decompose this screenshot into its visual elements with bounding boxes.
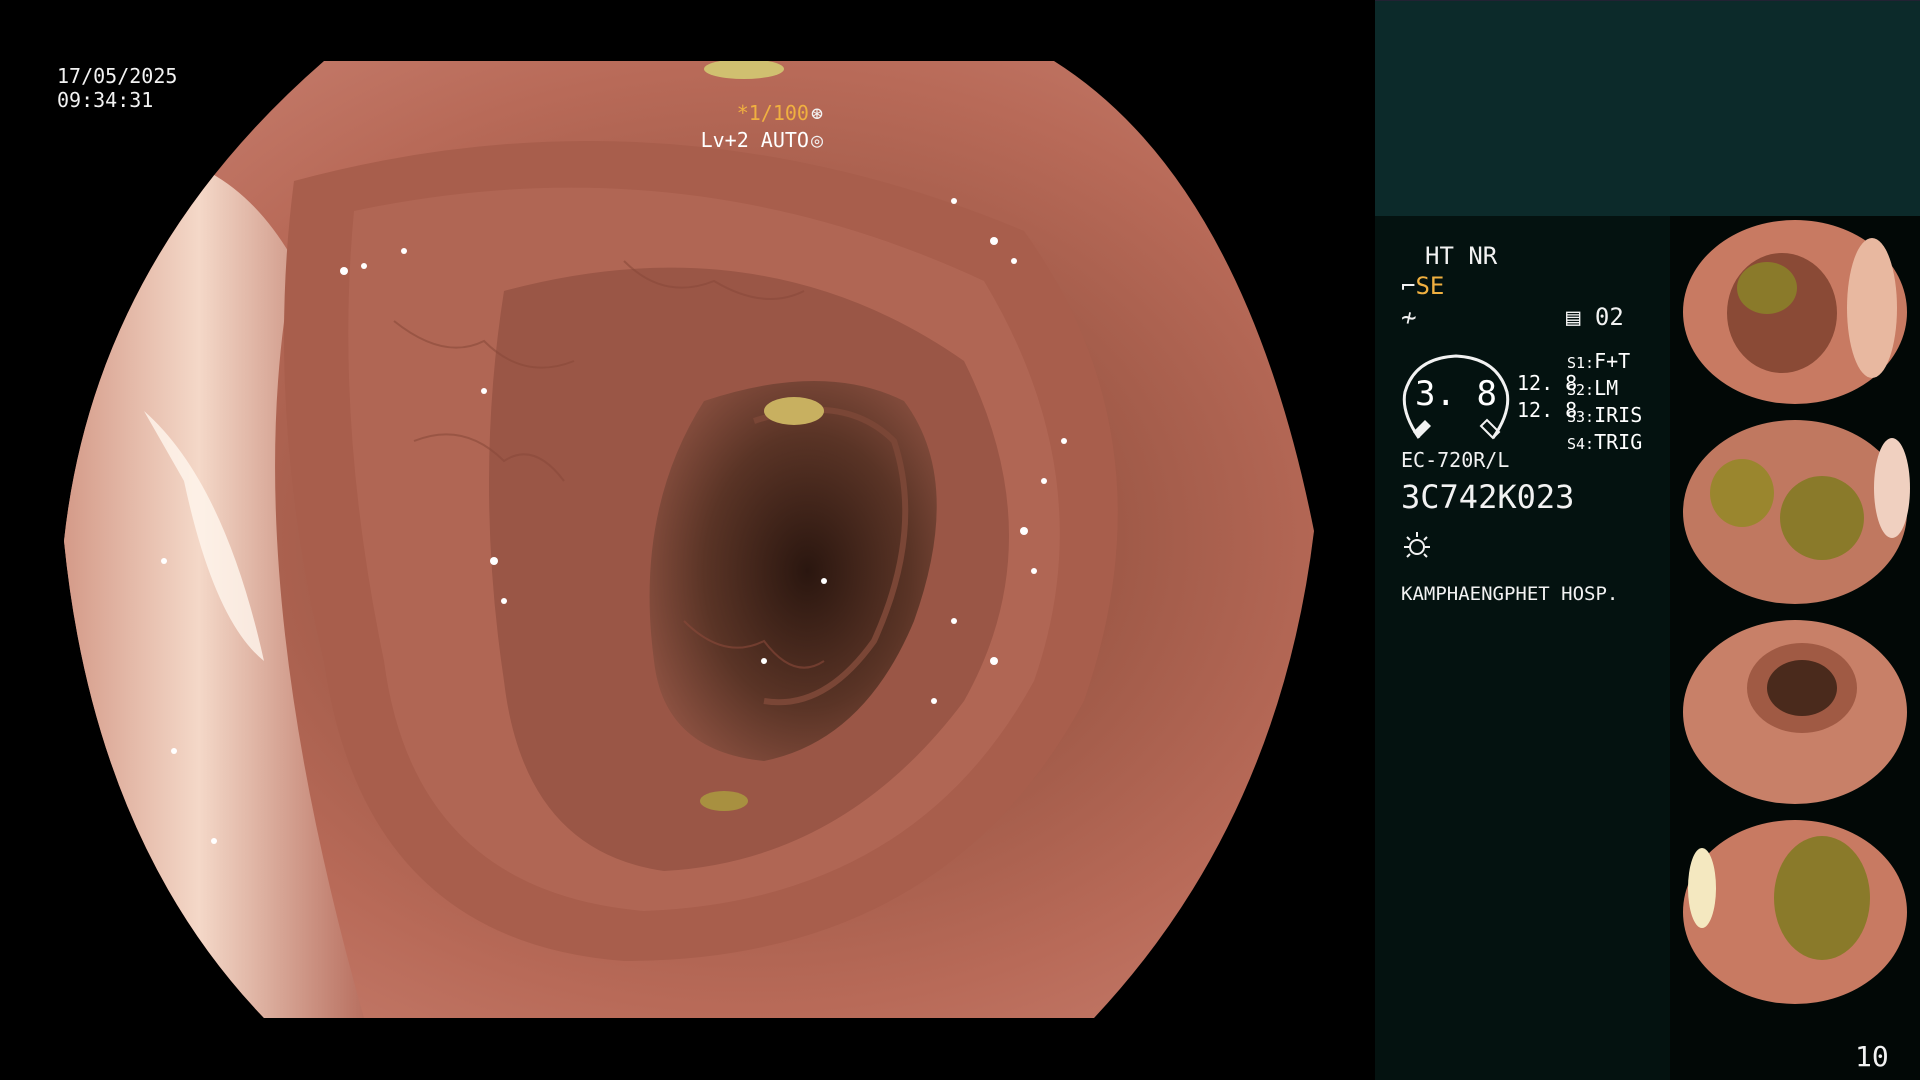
iris-icon: ◎ xyxy=(810,128,823,152)
folder-icon: ▤ xyxy=(1566,303,1581,331)
thumbnail-3[interactable] xyxy=(1672,618,1918,806)
hospital-name: KAMPHAENGPHET HOSP. xyxy=(1401,583,1619,605)
color-mode-icon: ≁ xyxy=(1401,303,1417,333)
scope-model: EC-720R/L xyxy=(1401,448,1510,472)
folder-row: ▤ 02 xyxy=(1566,303,1624,331)
zoom-overlay: *1/100 ⊛ Lv+2 AUTO ◎ xyxy=(701,100,823,154)
folder-number: 02 xyxy=(1594,303,1624,331)
mode-se-row: ⌐SE xyxy=(1401,272,1444,300)
switch-row: S3:IRIS xyxy=(1567,403,1643,427)
structure-enhance-icon: ⌐ xyxy=(1401,272,1416,300)
mode-ht-nr: HT NR xyxy=(1425,242,1498,270)
zoom-level-text: Lv+2 AUTO xyxy=(700,128,809,152)
gauge-value: 3. 8 xyxy=(1415,374,1497,414)
switch-row: S4:TRIG xyxy=(1567,430,1643,454)
date-text: 17/05/2025 xyxy=(57,64,178,88)
thumbnail-2[interactable] xyxy=(1672,418,1918,606)
date-time-overlay: 17/05/2025 09:34:31 xyxy=(57,64,177,112)
top-info-panel xyxy=(1375,0,1920,217)
thumbnail-1[interactable] xyxy=(1672,218,1918,406)
zoom-ratio-text: *1/100 xyxy=(736,101,809,125)
page-number: 10 xyxy=(1855,1040,1889,1073)
colon-lumen-image xyxy=(64,61,1314,1018)
endoscope-view: 17/05/2025 09:34:31 *1/100 ⊛ Lv+2 AUTO ◎ xyxy=(0,0,1375,1080)
time-text: 09:34:31 xyxy=(57,88,154,112)
thumbnail-4[interactable] xyxy=(1672,818,1918,1006)
mode-se: SE xyxy=(1415,272,1445,300)
side-info-panel xyxy=(1375,216,1670,1080)
switch-assignments: S1:F+T S2:LM S3:IRIS S4:TRIG xyxy=(1567,349,1642,457)
switch-row: S2:LM xyxy=(1567,376,1619,400)
shutter-icon: ⊛ xyxy=(810,101,823,125)
light-icon xyxy=(1404,532,1430,558)
scope-serial: 3C742K023 xyxy=(1401,478,1575,516)
switch-row: S1:F+T xyxy=(1567,349,1631,373)
